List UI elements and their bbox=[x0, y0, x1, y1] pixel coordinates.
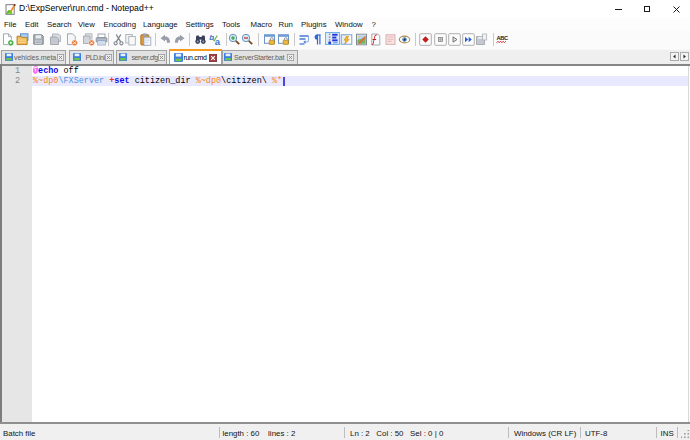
svg-text:ABC: ABC bbox=[496, 35, 508, 41]
